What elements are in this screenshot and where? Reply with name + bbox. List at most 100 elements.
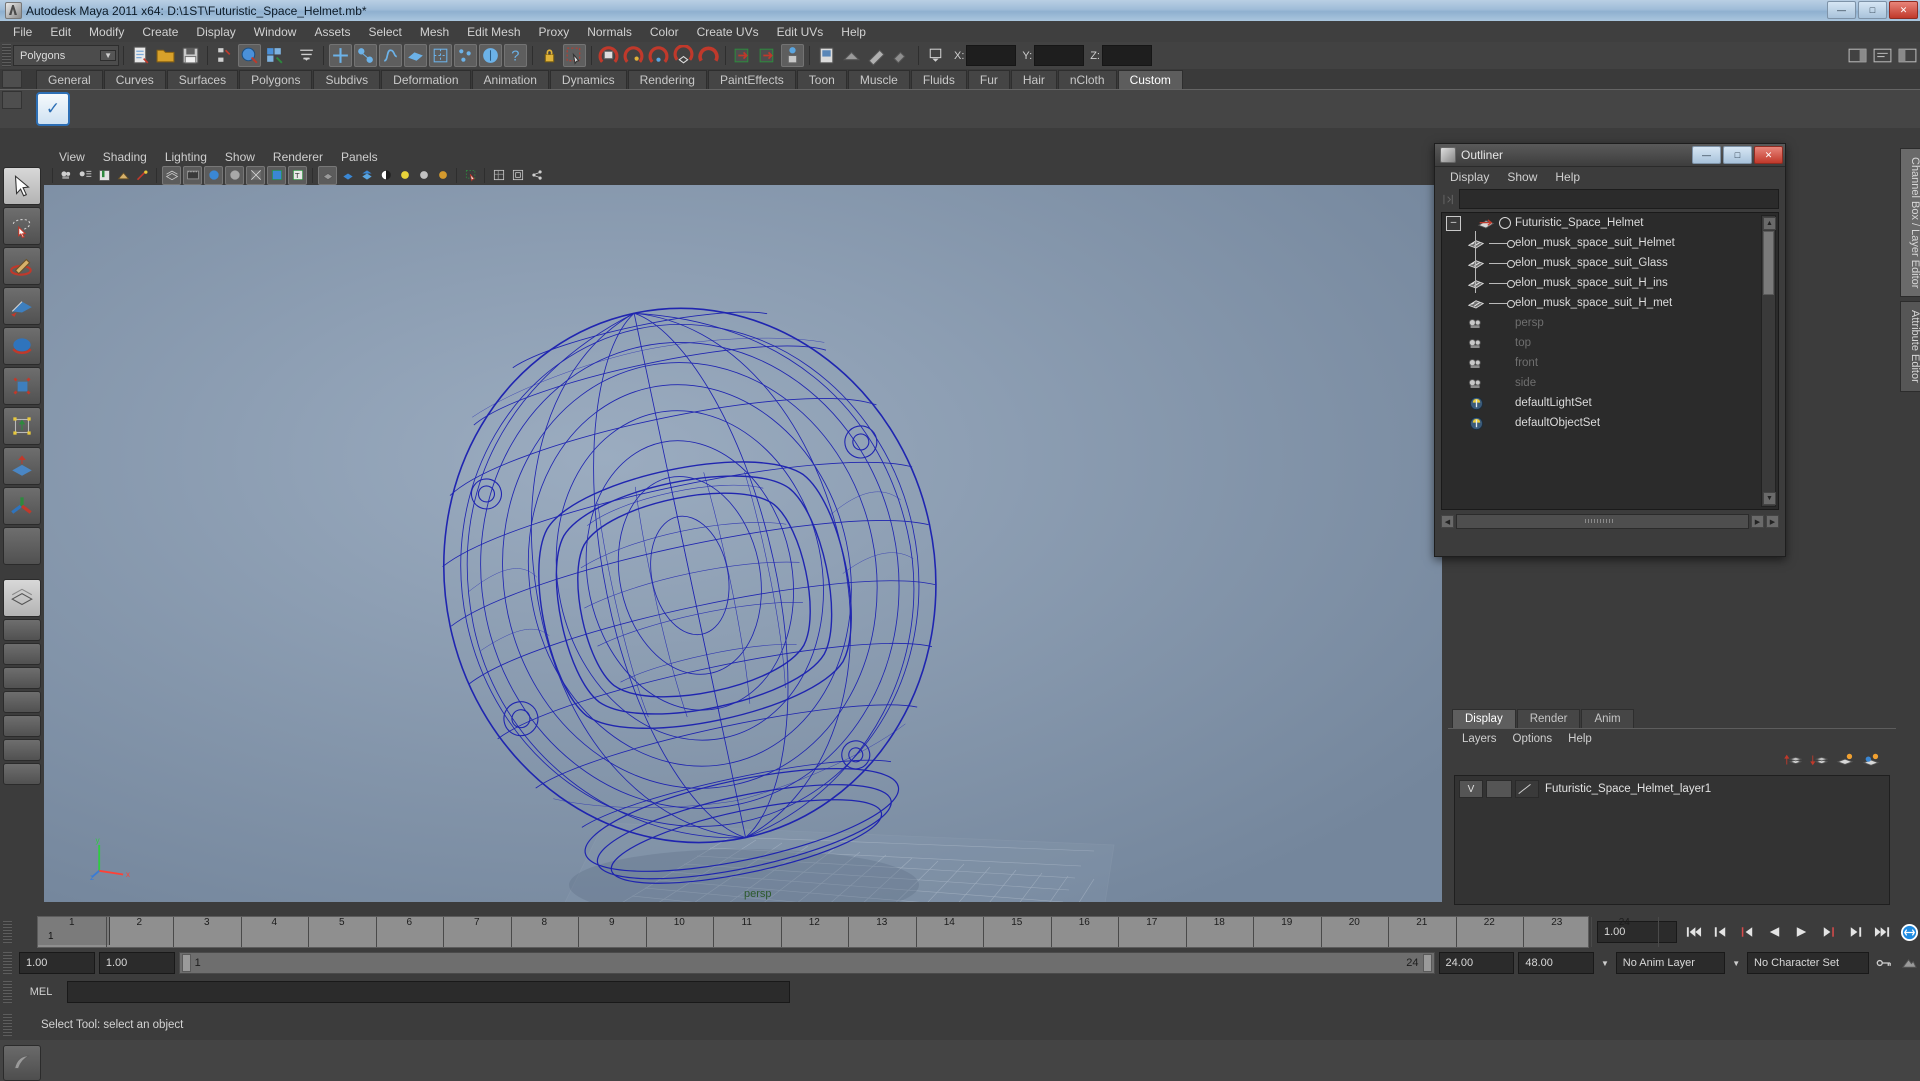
twopoint-resolution-icon[interactable]: [134, 167, 151, 184]
select-marquee-icon[interactable]: [462, 167, 479, 184]
tab-render-layers[interactable]: Render: [1516, 709, 1581, 728]
film-gate-icon[interactable]: [509, 167, 526, 184]
outliner-menu-help[interactable]: Help: [1546, 170, 1589, 184]
outliner-horizontal-scrollbar[interactable]: ◀ ▶ ▶: [1441, 513, 1779, 530]
shade-with-lights-icon[interactable]: [204, 165, 223, 185]
menu-display[interactable]: Display: [187, 23, 244, 41]
light-grey-icon[interactable]: [415, 167, 432, 184]
scroll-thumb[interactable]: [1763, 231, 1774, 295]
output-connections-icon[interactable]: [756, 44, 779, 67]
curves-mask-icon[interactable]: [379, 44, 402, 67]
high-quality-render-icon[interactable]: [339, 167, 356, 184]
playback-start-time-field[interactable]: 1.00: [98, 952, 175, 974]
bookmarks-icon[interactable]: [96, 167, 113, 184]
smooth-shade-all-icon[interactable]: [183, 165, 202, 185]
layer-menu-options[interactable]: Options: [1505, 733, 1561, 745]
menu-proxy[interactable]: Proxy: [530, 23, 579, 41]
shelf-tab-fur[interactable]: Fur: [967, 70, 1010, 89]
xray-mode-icon[interactable]: [246, 165, 265, 185]
transform-mode-icon[interactable]: [924, 44, 947, 67]
menu-modify[interactable]: Modify: [80, 23, 133, 41]
snap-to-plane-icon[interactable]: [672, 44, 695, 67]
menu-normals[interactable]: Normals: [578, 23, 641, 41]
layer-move-up-icon[interactable]: [1784, 752, 1802, 768]
menu-window[interactable]: Window: [245, 23, 306, 41]
display-layer-list[interactable]: V Futuristic_Space_Helmet_layer1: [1454, 775, 1890, 905]
outliner-close-button[interactable]: ✕: [1754, 146, 1783, 164]
camera-attributes-icon[interactable]: [77, 167, 94, 184]
new-layer-icon[interactable]: [1836, 752, 1854, 768]
step-back-keyframe-icon[interactable]: [1709, 922, 1731, 942]
scroll-right-end-icon[interactable]: ▶: [1766, 515, 1779, 528]
persp-viewport[interactable]: persp y x z: [44, 185, 1442, 902]
animation-start-time-field[interactable]: 1.00: [19, 952, 95, 974]
outliner-persp-layout[interactable]: [3, 667, 41, 689]
snap-to-view-plane-icon[interactable]: [697, 44, 720, 67]
step-forward-keyframe-icon[interactable]: [1844, 922, 1866, 942]
menu-mesh[interactable]: Mesh: [411, 23, 458, 41]
select-by-component-type-icon[interactable]: [263, 44, 286, 67]
playback-end-time-field[interactable]: 24.00: [1438, 952, 1515, 974]
shelf-tab-painteffects[interactable]: PaintEffects: [707, 70, 796, 89]
shelf-tab-polygons[interactable]: Polygons: [239, 70, 313, 89]
layer-row[interactable]: V Futuristic_Space_Helmet_layer1: [1459, 780, 1885, 798]
outliner-window[interactable]: Outliner — □ ✕ Display Show Help – Futur…: [1434, 143, 1786, 557]
layout-expand-toggle[interactable]: [3, 763, 41, 785]
move-tool[interactable]: [3, 287, 41, 325]
range-slider-bar[interactable]: 1 24: [178, 952, 1435, 974]
single-perspective-view-layout[interactable]: [3, 579, 41, 617]
select-by-object-type-icon[interactable]: [238, 44, 261, 67]
outliner-row-h-met-mesh[interactable]: elon_musk_space_suit_H_met: [1442, 293, 1778, 313]
vtab-channel-box-layer-editor[interactable]: Channel Box / Layer Editor: [1900, 148, 1920, 298]
shelf-tab-hair[interactable]: Hair: [1010, 70, 1057, 89]
viewport-menu-lighting[interactable]: Lighting: [156, 150, 216, 164]
show-hide-tool-settings-icon[interactable]: [1896, 44, 1919, 67]
new-layer-from-selected-icon[interactable]: [1862, 752, 1880, 768]
select-tool[interactable]: [3, 167, 41, 205]
outliner-row-futuristic-space-helmet[interactable]: – Futuristic_Space_Helmet: [1442, 213, 1778, 233]
hypershade-icon[interactable]: [890, 44, 913, 67]
outliner-minimize-button[interactable]: —: [1692, 146, 1721, 164]
step-back-frame-icon[interactable]: [1736, 922, 1758, 942]
input-connections-icon[interactable]: [731, 44, 754, 67]
outliner-row-glass-mesh[interactable]: elon_musk_space_suit_Glass: [1442, 253, 1778, 273]
viewport2-icon[interactable]: [358, 167, 375, 184]
play-forwards-icon[interactable]: [1790, 922, 1812, 942]
viewport-menu-shading[interactable]: Shading: [94, 150, 156, 164]
snap-to-curve-icon[interactable]: [622, 44, 645, 67]
shelf-tab-subdivs[interactable]: Subdivs: [313, 70, 381, 89]
render-current-frame-icon[interactable]: [815, 44, 838, 67]
rendering-mask-icon[interactable]: [479, 44, 502, 67]
outliner-row-persp-camera[interactable]: persp: [1442, 313, 1778, 333]
scroll-up-icon[interactable]: ▲: [1763, 217, 1776, 230]
shelf-grip-handles[interactable]: [2, 70, 22, 126]
use-default-material-icon[interactable]: [225, 165, 244, 185]
shelf-tab-fluids[interactable]: Fluids: [910, 70, 967, 89]
surfaces-mask-icon[interactable]: [404, 44, 427, 67]
hypershade-persp-layout[interactable]: [3, 715, 41, 737]
shelf-tab-curves[interactable]: Curves: [103, 70, 166, 89]
outliner-tree[interactable]: – Futuristic_Space_Helmet elon_musk_spac…: [1441, 212, 1779, 510]
expand-collapse-icon[interactable]: [1439, 190, 1459, 208]
light-amber-icon[interactable]: [434, 167, 451, 184]
menu-select[interactable]: Select: [359, 23, 410, 41]
snap-to-point-icon[interactable]: [647, 44, 670, 67]
layer-shading-toggle[interactable]: [1515, 780, 1539, 798]
menu-color[interactable]: Color: [641, 23, 688, 41]
layer-menu-layers[interactable]: Layers: [1454, 733, 1505, 745]
share-network-icon[interactable]: [528, 167, 545, 184]
lasso-tool[interactable]: [3, 207, 41, 245]
show-manipulator-tool[interactable]: [3, 487, 41, 525]
select-by-hierarchy-icon[interactable]: [213, 44, 236, 67]
animation-end-time-field[interactable]: 48.00: [1518, 952, 1595, 974]
scroll-left-icon[interactable]: ◀: [1441, 515, 1454, 528]
toolbar-grip[interactable]: [2, 44, 11, 67]
ipr-render-icon[interactable]: [840, 44, 863, 67]
auto-key-icon[interactable]: [1873, 953, 1894, 973]
two-pane-layout[interactable]: [3, 643, 41, 665]
command-language-label[interactable]: MEL: [15, 986, 67, 998]
viewport-menu-panels[interactable]: Panels: [332, 150, 387, 164]
outliner-row-default-object-set[interactable]: defaultObjectSet: [1442, 413, 1778, 433]
scroll-right-icon[interactable]: ▶: [1751, 515, 1764, 528]
close-button[interactable]: ✕: [1889, 1, 1918, 19]
